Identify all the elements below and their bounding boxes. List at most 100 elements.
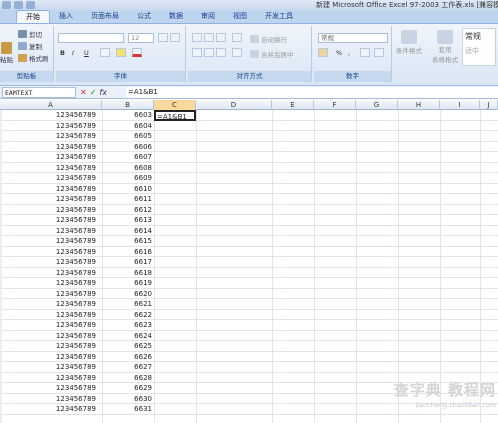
- cell-a[interactable]: 123456789: [0, 383, 102, 393]
- align-bottom-button[interactable]: [216, 33, 226, 42]
- cell-a[interactable]: 123456789: [0, 236, 102, 246]
- cell-a[interactable]: 123456789: [0, 121, 102, 131]
- cell-b[interactable]: 6603: [102, 110, 154, 120]
- paste-button[interactable]: 粘贴: [0, 42, 13, 64]
- undo-icon[interactable]: [14, 1, 23, 9]
- cell-a[interactable]: 123456789: [0, 362, 102, 372]
- cell-a[interactable]: 123456789: [0, 268, 102, 278]
- cell-a[interactable]: 123456789: [0, 142, 102, 152]
- cell-b[interactable]: 6614: [102, 226, 154, 236]
- active-cell-c1[interactable]: =A1&B1: [154, 110, 196, 121]
- tab-home[interactable]: 开始: [16, 10, 50, 23]
- cell-b[interactable]: 6617: [102, 257, 154, 267]
- column-header-a[interactable]: A: [0, 100, 102, 110]
- cell-a[interactable]: 123456789: [0, 373, 102, 383]
- cell-a[interactable]: 123456789: [0, 152, 102, 162]
- cell-a[interactable]: 123456789: [0, 110, 102, 120]
- cell-b[interactable]: 6613: [102, 215, 154, 225]
- redo-icon[interactable]: [26, 1, 35, 9]
- cell-b[interactable]: 6630: [102, 394, 154, 404]
- column-header-d[interactable]: D: [196, 100, 272, 110]
- style-gallery[interactable]: 常规 适中: [462, 28, 496, 66]
- align-left-button[interactable]: [192, 48, 202, 57]
- column-header-h[interactable]: H: [398, 100, 440, 110]
- merge-center-button[interactable]: 合并后居中: [250, 49, 294, 59]
- fill-color-button[interactable]: [116, 48, 126, 57]
- align-middle-button[interactable]: [204, 33, 214, 42]
- cell-a[interactable]: 123456789: [0, 310, 102, 320]
- cell-a[interactable]: 123456789: [0, 215, 102, 225]
- comma-button[interactable]: ,: [348, 49, 350, 57]
- cell-a[interactable]: 123456789: [0, 247, 102, 257]
- bold-button[interactable]: B: [60, 49, 65, 57]
- column-header-f[interactable]: F: [314, 100, 356, 110]
- format-painter-button[interactable]: 格式刷: [18, 53, 49, 63]
- tab-review[interactable]: 审阅: [192, 10, 224, 23]
- save-icon[interactable]: [2, 1, 11, 9]
- italic-button[interactable]: I: [72, 49, 74, 57]
- style-normal[interactable]: 常规: [463, 29, 495, 44]
- shrink-font-button[interactable]: [170, 33, 180, 42]
- cell-a[interactable]: 123456789: [0, 184, 102, 194]
- column-header-b[interactable]: B: [102, 100, 154, 110]
- wrap-text-button[interactable]: 自动换行: [250, 34, 287, 44]
- tab-formulas[interactable]: 公式: [128, 10, 160, 23]
- cell-b[interactable]: 6612: [102, 205, 154, 215]
- cell-b[interactable]: 6615: [102, 236, 154, 246]
- cell-a[interactable]: 123456789: [0, 257, 102, 267]
- currency-button[interactable]: [318, 48, 328, 57]
- cell-a[interactable]: 123456789: [0, 278, 102, 288]
- cell-b[interactable]: 6609: [102, 173, 154, 183]
- style-neutral[interactable]: 适中: [463, 44, 495, 58]
- cell-a[interactable]: 123456789: [0, 226, 102, 236]
- tab-data[interactable]: 数据: [160, 10, 192, 23]
- cell-a[interactable]: 123456789: [0, 394, 102, 404]
- sheet-grid[interactable]: 123456789 6603 123456789 6604 123456789 6605 1…: [0, 110, 498, 423]
- cell-a[interactable]: 123456789: [0, 299, 102, 309]
- cell-b[interactable]: 6620: [102, 289, 154, 299]
- cell-b[interactable]: 6607: [102, 152, 154, 162]
- insert-function-icon[interactable]: fx: [99, 88, 107, 97]
- tab-developer[interactable]: 开发工具: [256, 10, 302, 23]
- conditional-format-button[interactable]: 条件格式: [396, 30, 422, 55]
- format-as-table-button[interactable]: 套用 表格格式: [432, 30, 458, 64]
- cell-b[interactable]: 6606: [102, 142, 154, 152]
- column-header-g[interactable]: G: [356, 100, 398, 110]
- cell-b[interactable]: 6619: [102, 278, 154, 288]
- cell-b[interactable]: 6622: [102, 310, 154, 320]
- cell-b[interactable]: 6623: [102, 320, 154, 330]
- underline-button[interactable]: U: [84, 49, 89, 57]
- cell-a[interactable]: 123456789: [0, 404, 102, 414]
- tab-insert[interactable]: 插入: [50, 10, 82, 23]
- enter-icon[interactable]: ✓: [90, 88, 97, 97]
- cut-button[interactable]: 剪切: [18, 29, 42, 39]
- cell-b[interactable]: 6626: [102, 352, 154, 362]
- align-right-button[interactable]: [216, 48, 226, 57]
- column-header-j[interactable]: J: [480, 100, 498, 110]
- column-header-e[interactable]: E: [272, 100, 314, 110]
- cell-b[interactable]: 6608: [102, 163, 154, 173]
- cell-b[interactable]: 6627: [102, 362, 154, 372]
- font-size-dropdown[interactable]: 12: [128, 33, 154, 43]
- increase-decimal-button[interactable]: [360, 48, 370, 57]
- cell-b[interactable]: 6605: [102, 131, 154, 141]
- borders-button[interactable]: [100, 48, 110, 57]
- cell-a[interactable]: 123456789: [0, 341, 102, 351]
- formula-input[interactable]: =A1&B1: [126, 87, 498, 98]
- cell-a[interactable]: 123456789: [0, 289, 102, 299]
- align-center-button[interactable]: [204, 48, 214, 57]
- cell-b[interactable]: 6604: [102, 121, 154, 131]
- cell-b[interactable]: 6628: [102, 373, 154, 383]
- tab-page-layout[interactable]: 页面布局: [82, 10, 128, 23]
- orientation-button[interactable]: [232, 33, 242, 42]
- cell-a[interactable]: 123456789: [0, 205, 102, 215]
- copy-button[interactable]: 复制: [18, 41, 42, 51]
- cell-b[interactable]: 6611: [102, 194, 154, 204]
- font-color-button[interactable]: [132, 48, 142, 57]
- cell-b[interactable]: 6616: [102, 247, 154, 257]
- cell-b[interactable]: 6625: [102, 341, 154, 351]
- cell-b[interactable]: 6624: [102, 331, 154, 341]
- tab-view[interactable]: 视图: [224, 10, 256, 23]
- cell-a[interactable]: 123456789: [0, 194, 102, 204]
- cell-b[interactable]: 6621: [102, 299, 154, 309]
